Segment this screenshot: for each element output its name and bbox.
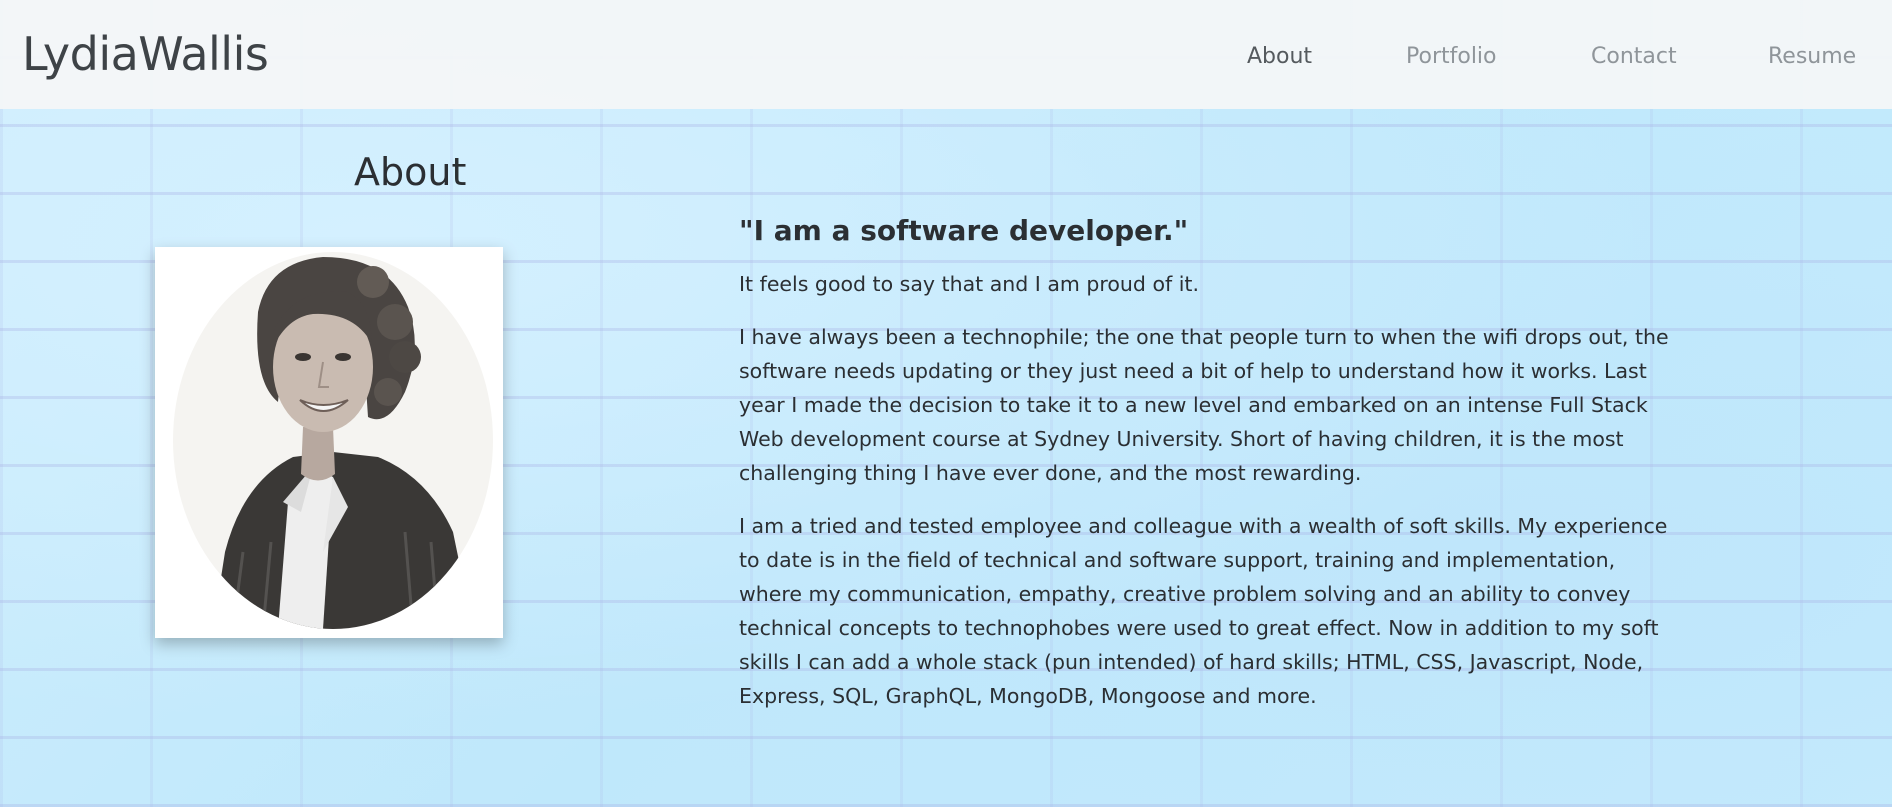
nav-link-about[interactable]: About: [1247, 43, 1312, 71]
profile-photo-oval: [173, 252, 493, 629]
brand-logo[interactable]: LydiaWallis: [22, 27, 269, 82]
about-paragraph-2: I have always been a technophile; the on…: [739, 325, 1669, 486]
navbar: LydiaWallis About Portfolio Contact Resu…: [0, 0, 1892, 109]
portrait-illustration: [213, 257, 473, 629]
about-quote: "I am a software developer.": [739, 214, 1189, 247]
about-paragraph-3: I am a tried and tested employee and col…: [739, 514, 1668, 709]
nav-link-contact[interactable]: Contact: [1591, 43, 1677, 71]
about-content: "I am a software developer." It feels go…: [739, 213, 1684, 732]
about-paragraph-1: It feels good to say that and I am proud…: [739, 272, 1199, 297]
profile-photo: [155, 247, 503, 638]
nav-link-portfolio[interactable]: Portfolio: [1406, 43, 1497, 71]
nav-link-resume[interactable]: Resume: [1768, 43, 1856, 71]
about-heading: About: [354, 150, 467, 194]
